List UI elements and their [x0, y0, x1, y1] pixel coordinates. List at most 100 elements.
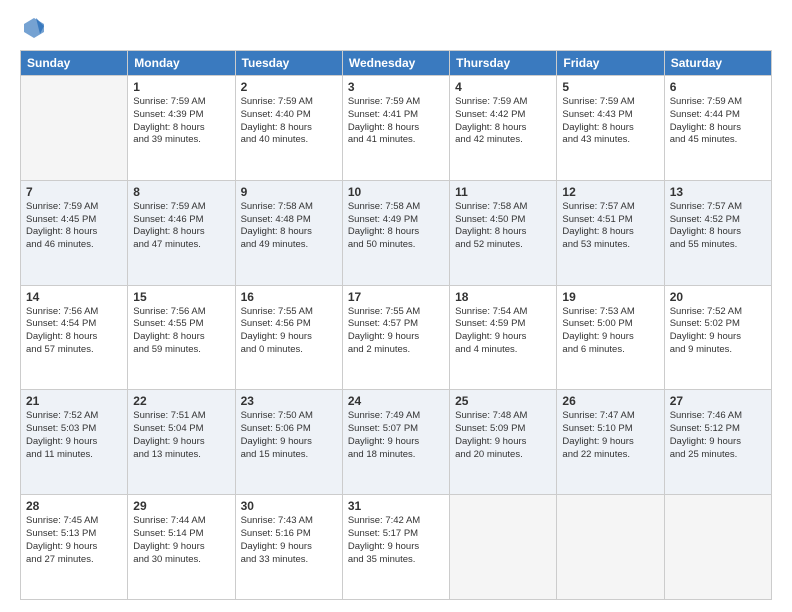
- day-number: 6: [670, 80, 766, 94]
- header-row: SundayMondayTuesdayWednesdayThursdayFrid…: [21, 51, 772, 76]
- day-cell: 3 Sunrise: 7:59 AM Sunset: 4:41 PM Daylig…: [342, 76, 449, 181]
- day-info: Sunrise: 7:44 AM Sunset: 5:14 PM Dayligh…: [133, 515, 229, 566]
- day-cell: 14Sunrise: 7:56 AM Sunset: 4:54 PM Dayli…: [21, 285, 128, 390]
- day-cell: 11 Sunrise: 7:58 AM Sunset: 4:50 PM Dayli…: [450, 180, 557, 285]
- day-cell: 29 Sunrise: 7:44 AM Sunset: 5:14 PM Dayli…: [128, 495, 235, 600]
- day-cell: [664, 495, 771, 600]
- day-cell: 12Sunrise: 7:57 AM Sunset: 4:51 PM Dayli…: [557, 180, 664, 285]
- day-info: Sunrise: 7:59 AM Sunset: 4:45 PM Dayligh…: [26, 201, 122, 252]
- day-info: Sunrise: 7:42 AM Sunset: 5:17 PM Dayligh…: [348, 515, 444, 566]
- day-number: 7: [26, 185, 122, 199]
- header: [20, 16, 772, 40]
- day-info: Sunrise: 7:45 AM Sunset: 5:13 PM Dayligh…: [26, 515, 122, 566]
- day-cell: [21, 76, 128, 181]
- day-info: Sunrise: 7:58 AM Sunset: 4:48 PM Dayligh…: [241, 201, 337, 252]
- logo-icon: [22, 16, 46, 40]
- day-cell: [450, 495, 557, 600]
- day-number: 18: [455, 290, 551, 304]
- day-cell: 5 Sunrise: 7:59 AM Sunset: 4:43 PM Daylig…: [557, 76, 664, 181]
- day-info: Sunrise: 7:58 AM Sunset: 4:49 PM Dayligh…: [348, 201, 444, 252]
- day-cell: 4 Sunrise: 7:59 AM Sunset: 4:42 PM Daylig…: [450, 76, 557, 181]
- day-info: Sunrise: 7:59 AM Sunset: 4:43 PM Dayligh…: [562, 96, 658, 147]
- day-number: 9: [241, 185, 337, 199]
- header-cell-tuesday: Tuesday: [235, 51, 342, 76]
- day-number: 14: [26, 290, 122, 304]
- day-cell: 22 Sunrise: 7:51 AM Sunset: 5:04 PM Dayli…: [128, 390, 235, 495]
- day-info: Sunrise: 7:52 AM Sunset: 5:03 PM Dayligh…: [26, 410, 122, 461]
- day-info: Sunrise: 7:56 AM Sunset: 4:55 PM Dayligh…: [133, 306, 229, 357]
- day-number: 8: [133, 185, 229, 199]
- day-number: 2: [241, 80, 337, 94]
- day-cell: 24Sunrise: 7:49 AM Sunset: 5:07 PM Dayli…: [342, 390, 449, 495]
- day-cell: 19 Sunrise: 7:53 AM Sunset: 5:00 PM Dayli…: [557, 285, 664, 390]
- day-info: Sunrise: 7:50 AM Sunset: 5:06 PM Dayligh…: [241, 410, 337, 461]
- day-info: Sunrise: 7:58 AM Sunset: 4:50 PM Dayligh…: [455, 201, 551, 252]
- day-info: Sunrise: 7:59 AM Sunset: 4:40 PM Dayligh…: [241, 96, 337, 147]
- header-cell-sunday: Sunday: [21, 51, 128, 76]
- day-cell: 23 Sunrise: 7:50 AM Sunset: 5:06 PM Dayli…: [235, 390, 342, 495]
- day-info: Sunrise: 7:54 AM Sunset: 4:59 PM Dayligh…: [455, 306, 551, 357]
- day-cell: 7 Sunrise: 7:59 AM Sunset: 4:45 PM Daylig…: [21, 180, 128, 285]
- day-number: 17: [348, 290, 444, 304]
- day-info: Sunrise: 7:51 AM Sunset: 5:04 PM Dayligh…: [133, 410, 229, 461]
- day-cell: 20 Sunrise: 7:52 AM Sunset: 5:02 PM Dayli…: [664, 285, 771, 390]
- day-number: 13: [670, 185, 766, 199]
- day-info: Sunrise: 7:57 AM Sunset: 4:52 PM Dayligh…: [670, 201, 766, 252]
- day-cell: 1 Sunrise: 7:59 AM Sunset: 4:39 PM Daylig…: [128, 76, 235, 181]
- day-number: 21: [26, 394, 122, 408]
- day-cell: 17 Sunrise: 7:55 AM Sunset: 4:57 PM Dayli…: [342, 285, 449, 390]
- day-number: 29: [133, 499, 229, 513]
- day-info: Sunrise: 7:49 AM Sunset: 5:07 PM Dayligh…: [348, 410, 444, 461]
- day-info: Sunrise: 7:59 AM Sunset: 4:39 PM Dayligh…: [133, 96, 229, 147]
- day-cell: 21 Sunrise: 7:52 AM Sunset: 5:03 PM Dayli…: [21, 390, 128, 495]
- day-cell: 25 Sunrise: 7:48 AM Sunset: 5:09 PM Dayli…: [450, 390, 557, 495]
- day-cell: 15 Sunrise: 7:56 AM Sunset: 4:55 PM Dayli…: [128, 285, 235, 390]
- week-row-3: 14Sunrise: 7:56 AM Sunset: 4:54 PM Dayli…: [21, 285, 772, 390]
- day-number: 28: [26, 499, 122, 513]
- day-number: 15: [133, 290, 229, 304]
- day-cell: 13 Sunrise: 7:57 AM Sunset: 4:52 PM Dayli…: [664, 180, 771, 285]
- header-cell-wednesday: Wednesday: [342, 51, 449, 76]
- day-cell: 2 Sunrise: 7:59 AM Sunset: 4:40 PM Daylig…: [235, 76, 342, 181]
- logo: [20, 16, 46, 40]
- day-number: 11: [455, 185, 551, 199]
- day-info: Sunrise: 7:53 AM Sunset: 5:00 PM Dayligh…: [562, 306, 658, 357]
- day-number: 23: [241, 394, 337, 408]
- day-cell: 10 Sunrise: 7:58 AM Sunset: 4:49 PM Dayli…: [342, 180, 449, 285]
- day-cell: 28 Sunrise: 7:45 AM Sunset: 5:13 PM Dayli…: [21, 495, 128, 600]
- day-number: 1: [133, 80, 229, 94]
- day-cell: 6 Sunrise: 7:59 AM Sunset: 4:44 PM Daylig…: [664, 76, 771, 181]
- day-number: 30: [241, 499, 337, 513]
- day-info: Sunrise: 7:52 AM Sunset: 5:02 PM Dayligh…: [670, 306, 766, 357]
- week-row-1: 1 Sunrise: 7:59 AM Sunset: 4:39 PM Daylig…: [21, 76, 772, 181]
- day-number: 3: [348, 80, 444, 94]
- day-number: 12: [562, 185, 658, 199]
- day-info: Sunrise: 7:48 AM Sunset: 5:09 PM Dayligh…: [455, 410, 551, 461]
- day-info: Sunrise: 7:55 AM Sunset: 4:57 PM Dayligh…: [348, 306, 444, 357]
- day-info: Sunrise: 7:59 AM Sunset: 4:42 PM Dayligh…: [455, 96, 551, 147]
- day-info: Sunrise: 7:59 AM Sunset: 4:46 PM Dayligh…: [133, 201, 229, 252]
- day-number: 25: [455, 394, 551, 408]
- week-row-2: 7 Sunrise: 7:59 AM Sunset: 4:45 PM Daylig…: [21, 180, 772, 285]
- day-info: Sunrise: 7:43 AM Sunset: 5:16 PM Dayligh…: [241, 515, 337, 566]
- day-number: 31: [348, 499, 444, 513]
- day-number: 27: [670, 394, 766, 408]
- day-cell: 18 Sunrise: 7:54 AM Sunset: 4:59 PM Dayli…: [450, 285, 557, 390]
- day-number: 4: [455, 80, 551, 94]
- day-number: 10: [348, 185, 444, 199]
- calendar-table: SundayMondayTuesdayWednesdayThursdayFrid…: [20, 50, 772, 600]
- day-number: 20: [670, 290, 766, 304]
- day-info: Sunrise: 7:59 AM Sunset: 4:41 PM Dayligh…: [348, 96, 444, 147]
- day-info: Sunrise: 7:59 AM Sunset: 4:44 PM Dayligh…: [670, 96, 766, 147]
- day-number: 22: [133, 394, 229, 408]
- day-number: 19: [562, 290, 658, 304]
- day-number: 5: [562, 80, 658, 94]
- day-info: Sunrise: 7:55 AM Sunset: 4:56 PM Dayligh…: [241, 306, 337, 357]
- header-cell-monday: Monday: [128, 51, 235, 76]
- day-info: Sunrise: 7:46 AM Sunset: 5:12 PM Dayligh…: [670, 410, 766, 461]
- day-cell: 9 Sunrise: 7:58 AM Sunset: 4:48 PM Daylig…: [235, 180, 342, 285]
- day-info: Sunrise: 7:47 AM Sunset: 5:10 PM Dayligh…: [562, 410, 658, 461]
- week-row-5: 28 Sunrise: 7:45 AM Sunset: 5:13 PM Dayli…: [21, 495, 772, 600]
- header-cell-friday: Friday: [557, 51, 664, 76]
- day-cell: 31 Sunrise: 7:42 AM Sunset: 5:17 PM Dayli…: [342, 495, 449, 600]
